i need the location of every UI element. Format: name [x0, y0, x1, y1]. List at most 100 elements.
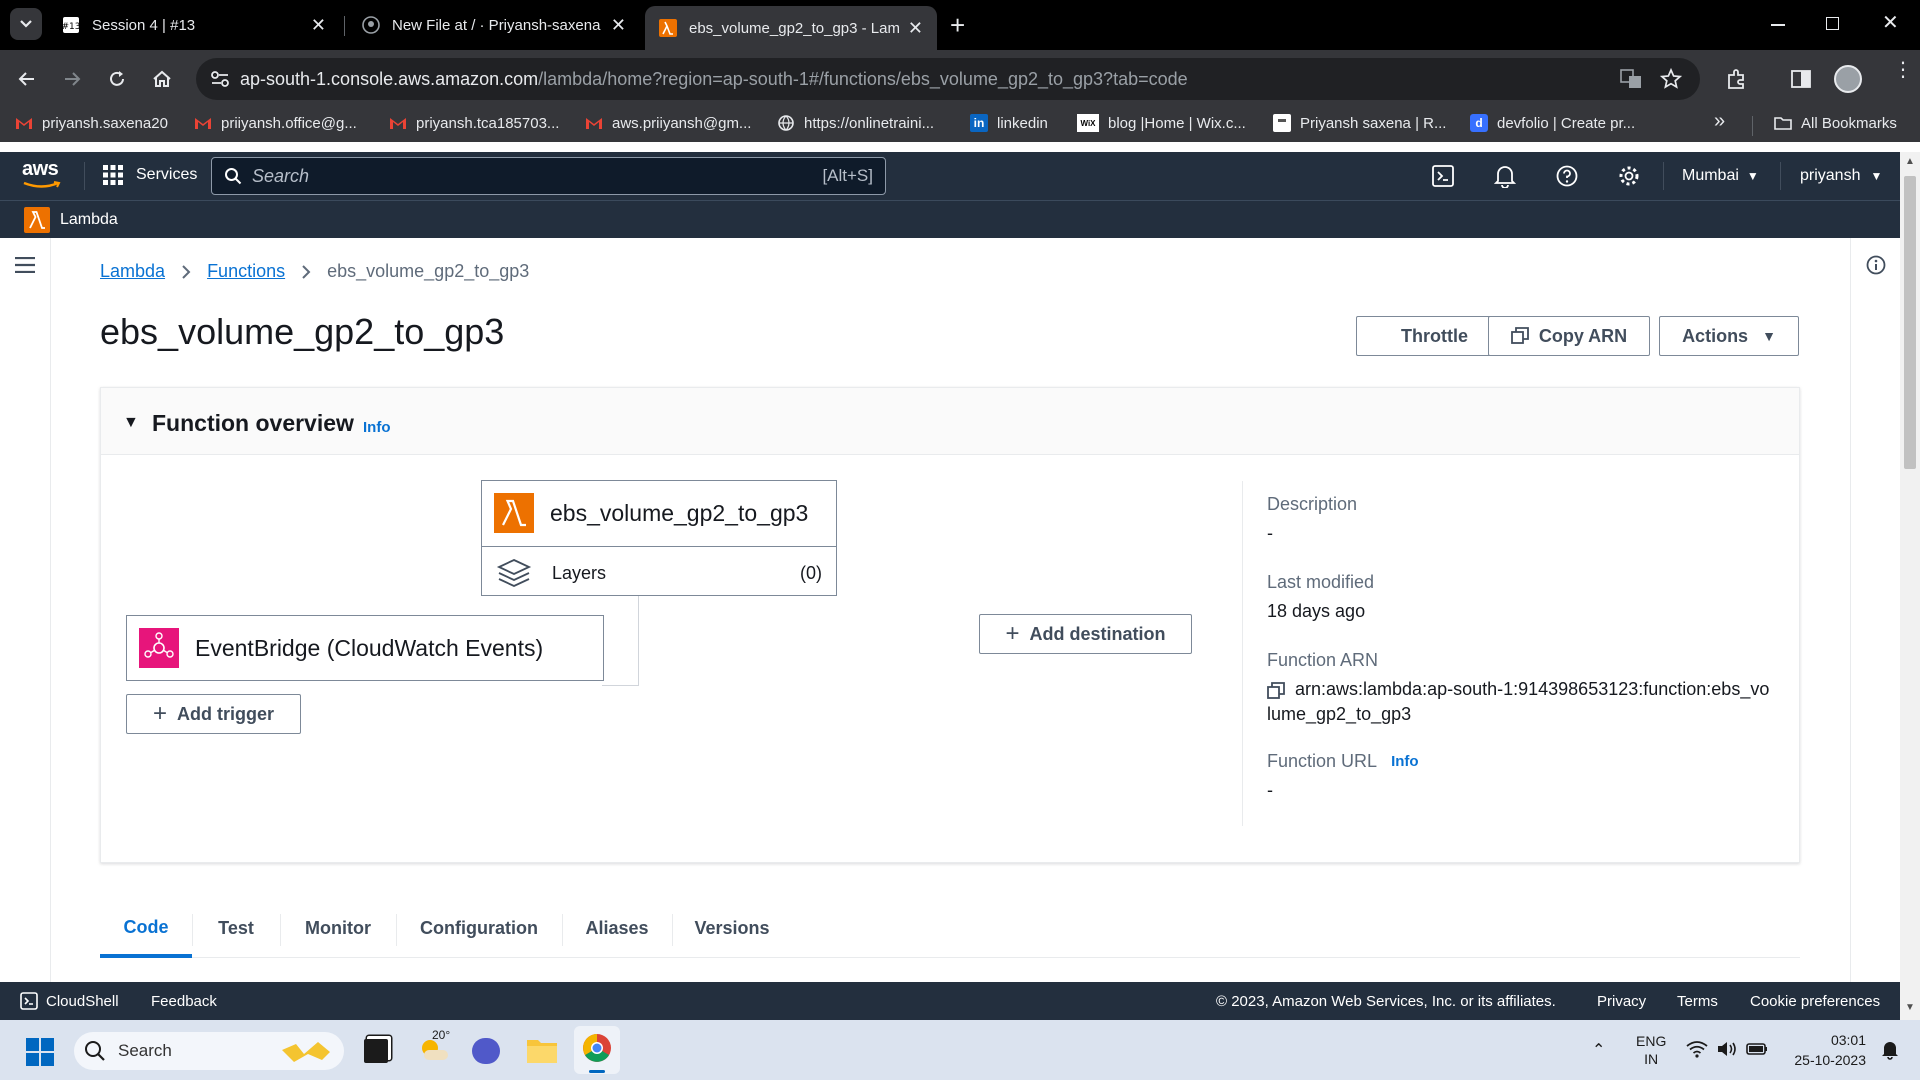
bookmark-item[interactable]: d devfolio | Create pr... [1470, 114, 1635, 132]
account-menu[interactable]: priyansh ▼ [1800, 167, 1882, 185]
copy-arn-icon[interactable] [1267, 682, 1285, 700]
close-tab-icon[interactable]: ✕ [311, 15, 326, 36]
scrollbar-thumb[interactable] [1904, 176, 1916, 469]
volume-icon[interactable] [1716, 1040, 1738, 1058]
copy-arn-button[interactable]: Copy ARN [1488, 316, 1650, 356]
wifi-icon[interactable] [1686, 1040, 1708, 1058]
tab-monitor[interactable]: Monitor [280, 900, 396, 956]
search-icon [225, 168, 242, 185]
more-bookmarks-icon[interactable]: » [1714, 110, 1725, 133]
aws-logo[interactable]: aws [22, 158, 62, 189]
back-icon[interactable] [17, 69, 37, 89]
extensions-icon[interactable] [1725, 67, 1749, 91]
right-tools-rail [1850, 238, 1900, 982]
notification-center-icon[interactable] [1880, 1040, 1900, 1060]
tab-configuration[interactable]: Configuration [396, 900, 562, 956]
show-hidden-icons[interactable]: ⌃ [1592, 1040, 1605, 1060]
collapse-caret-icon[interactable]: ▼ [123, 414, 139, 432]
close-window-icon[interactable]: ✕ [1882, 10, 1899, 35]
tab-search-button[interactable] [10, 8, 42, 40]
bookmark-item[interactable]: priiyansh.office@g... [194, 114, 357, 132]
function-node[interactable]: ebs_volume_gp2_to_gp3 Layers (0) [481, 480, 837, 596]
new-tab-button[interactable]: + [950, 10, 965, 41]
close-tab-icon[interactable]: ✕ [908, 18, 923, 39]
layers-row[interactable]: Layers (0) [496, 557, 822, 589]
battery-icon[interactable] [1746, 1041, 1768, 1057]
bookmark-item[interactable]: WiX blog |Home | Wix.c... [1077, 114, 1246, 132]
windows-taskbar: Search 20° ⌃ ENG IN 03:01 25-10-2023 [0, 1020, 1920, 1080]
privacy-link[interactable]: Privacy [1597, 993, 1646, 1010]
notifications-bell-icon[interactable] [1494, 164, 1516, 188]
home-icon[interactable] [151, 68, 173, 90]
all-bookmarks-button[interactable]: All Bookmarks [1774, 114, 1897, 132]
region-selector[interactable]: Mumbai ▼ [1682, 167, 1759, 185]
chat-app-icon[interactable] [472, 1038, 500, 1064]
browser-menu-icon[interactable]: ⋮ [1893, 60, 1913, 80]
tab-test[interactable]: Test [192, 900, 280, 956]
reload-icon[interactable] [107, 69, 127, 89]
page-scrollbar[interactable]: ▲ ▼ [1900, 152, 1920, 1020]
bookmark-item[interactable]: aws.priiyansh@gm... [585, 114, 751, 132]
tab-code[interactable]: Code [100, 900, 192, 958]
search-icon [85, 1041, 105, 1061]
browser-tab[interactable]: New File at / · Priyansh-saxena ✕ [348, 6, 640, 44]
last-modified-value: 18 days ago [1267, 601, 1366, 621]
description-label: Description [1267, 494, 1358, 514]
function-url-info-link[interactable]: Info [1391, 753, 1419, 770]
taskbar-search[interactable]: Search [74, 1032, 344, 1070]
breadcrumb-functions[interactable]: Functions [207, 261, 285, 282]
terms-link[interactable]: Terms [1677, 993, 1718, 1010]
settings-gear-icon[interactable] [1618, 165, 1640, 187]
cloudshell-link[interactable]: CloudShell [20, 992, 119, 1010]
windows-start-icon[interactable] [26, 1038, 54, 1066]
github-icon [362, 16, 380, 34]
address-bar[interactable]: ap-south-1.console.aws.amazon.com/lambda… [196, 58, 1700, 100]
actions-dropdown[interactable]: Actions ▼ [1659, 316, 1799, 356]
function-tabs: Code Test Monitor Configuration Aliases … [100, 900, 1800, 958]
browser-tab[interactable]: #13 Session 4 | #13 ✕ [48, 6, 340, 44]
bookmark-item[interactable]: in linkedin [970, 114, 1048, 132]
tab-versions[interactable]: Versions [672, 900, 792, 956]
eventbridge-trigger[interactable]: EventBridge (CloudWatch Events) [126, 615, 604, 681]
task-view-icon[interactable] [364, 1039, 388, 1063]
weather-widget[interactable]: 20° [416, 1028, 456, 1070]
linkedin-icon: in [970, 114, 988, 132]
tab-aliases[interactable]: Aliases [562, 900, 672, 956]
restore-icon[interactable] [1826, 17, 1839, 30]
feedback-link[interactable]: Feedback [151, 993, 217, 1010]
breadcrumb-lambda[interactable]: Lambda [100, 261, 165, 282]
cloudshell-icon[interactable] [1432, 165, 1454, 187]
browser-tab-active[interactable]: ebs_volume_gp2_to_gp3 - Lam ✕ [645, 6, 937, 50]
url-text: ap-south-1.console.aws.amazon.com/lambda… [240, 68, 1188, 89]
aws-search-input[interactable]: Search [Alt+S] [211, 157, 886, 195]
add-destination-button[interactable]: + Add destination [979, 614, 1192, 654]
profile-avatar[interactable] [1834, 65, 1862, 93]
add-trigger-button[interactable]: + Add trigger [126, 694, 301, 734]
bookmark-item[interactable]: Priyansh saxena | R... [1273, 114, 1446, 132]
devfolio-icon: d [1470, 114, 1488, 132]
language-indicator[interactable]: ENG IN [1636, 1032, 1666, 1068]
hamburger-menu-icon[interactable] [15, 257, 35, 273]
services-menu[interactable]: Services [102, 164, 197, 186]
bookmark-item[interactable]: priyansh.tca185703... [389, 114, 559, 132]
translate-icon[interactable] [1620, 69, 1642, 89]
help-icon[interactable] [1556, 165, 1578, 187]
lambda-service-link[interactable]: Lambda [24, 207, 118, 233]
side-panel-icon[interactable] [1790, 68, 1812, 90]
site-info-icon[interactable] [210, 70, 230, 88]
breadcrumb-current: ebs_volume_gp2_to_gp3 [327, 261, 530, 281]
function-overview-header[interactable]: ▼ Function overview Info [101, 388, 1799, 455]
bookmark-item[interactable]: https://onlinetraini... [777, 114, 934, 132]
cookie-preferences-link[interactable]: Cookie preferences [1750, 993, 1880, 1010]
clock[interactable]: 03:01 25-10-2023 [1790, 1030, 1866, 1070]
info-link[interactable]: Info [363, 419, 391, 436]
minimize-icon[interactable] [1771, 24, 1785, 26]
close-tab-icon[interactable]: ✕ [611, 15, 626, 36]
chrome-taskbar-button[interactable] [574, 1026, 620, 1074]
file-explorer-icon[interactable] [526, 1036, 558, 1064]
description-value: - [1267, 523, 1273, 543]
bookmark-star-icon[interactable] [1660, 68, 1682, 90]
bookmark-item[interactable]: priyansh.saxena20 [15, 114, 168, 132]
forward-icon[interactable] [62, 69, 82, 89]
info-panel-icon[interactable] [1866, 255, 1886, 275]
